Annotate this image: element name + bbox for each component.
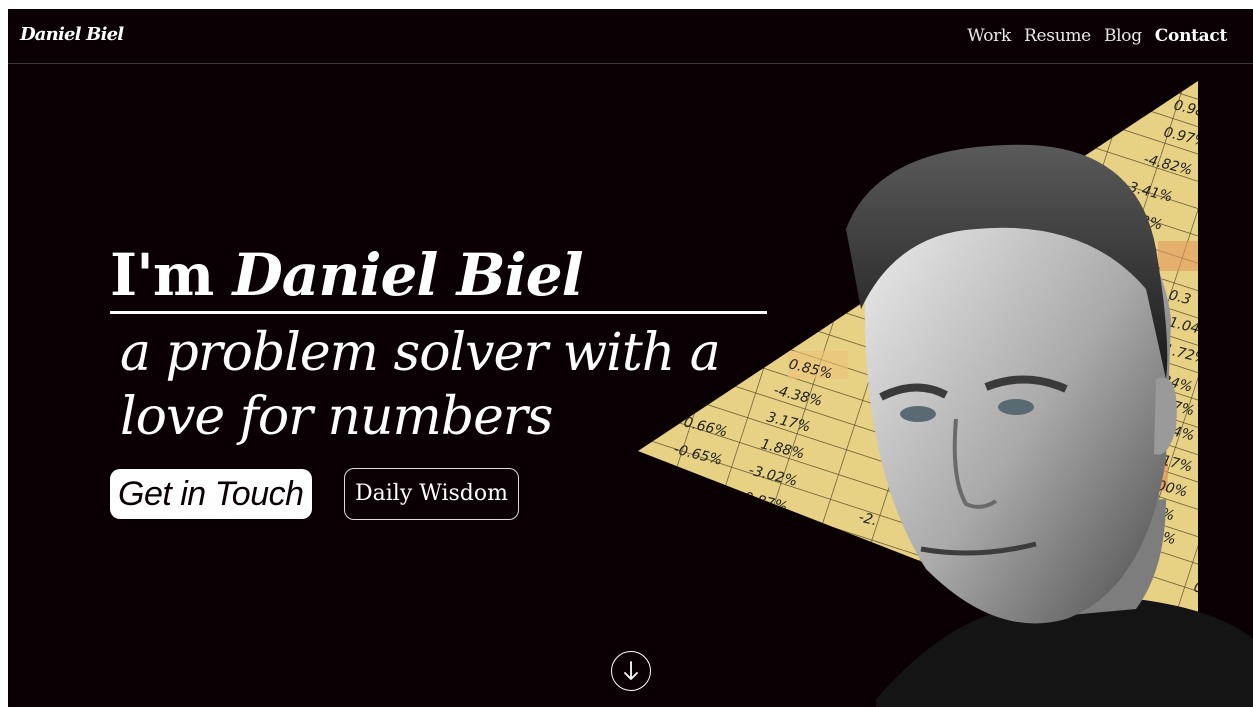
hero-underline — [110, 311, 767, 314]
site-logo[interactable]: Daniel Biel — [20, 24, 124, 45]
page-frame: Daniel Biel Work Resume Blog Contact 0.9… — [8, 9, 1253, 707]
daily-wisdom-button[interactable]: Daily Wisdom — [344, 468, 519, 520]
get-in-touch-button[interactable]: Get in Touch — [110, 469, 312, 519]
portrait-photo — [846, 144, 1253, 707]
scroll-down-button[interactable] — [611, 651, 651, 691]
hero-tagline: a problem solver with a love for numbers — [120, 323, 721, 447]
nav-work[interactable]: Work — [967, 26, 1011, 46]
arrow-down-icon — [624, 661, 638, 680]
hero-greeting: I'm — [110, 241, 233, 309]
nav-contact[interactable]: Contact — [1155, 26, 1228, 46]
nav-links: Work Resume Blog Contact — [967, 26, 1227, 46]
nav-blog[interactable]: Blog — [1104, 26, 1142, 46]
nav-resume[interactable]: Resume — [1024, 26, 1091, 46]
top-nav: Daniel Biel Work Resume Blog Contact — [8, 9, 1253, 64]
hero-name: Daniel Biel — [232, 241, 583, 309]
hero-heading: I'm Daniel Biel — [110, 241, 584, 309]
